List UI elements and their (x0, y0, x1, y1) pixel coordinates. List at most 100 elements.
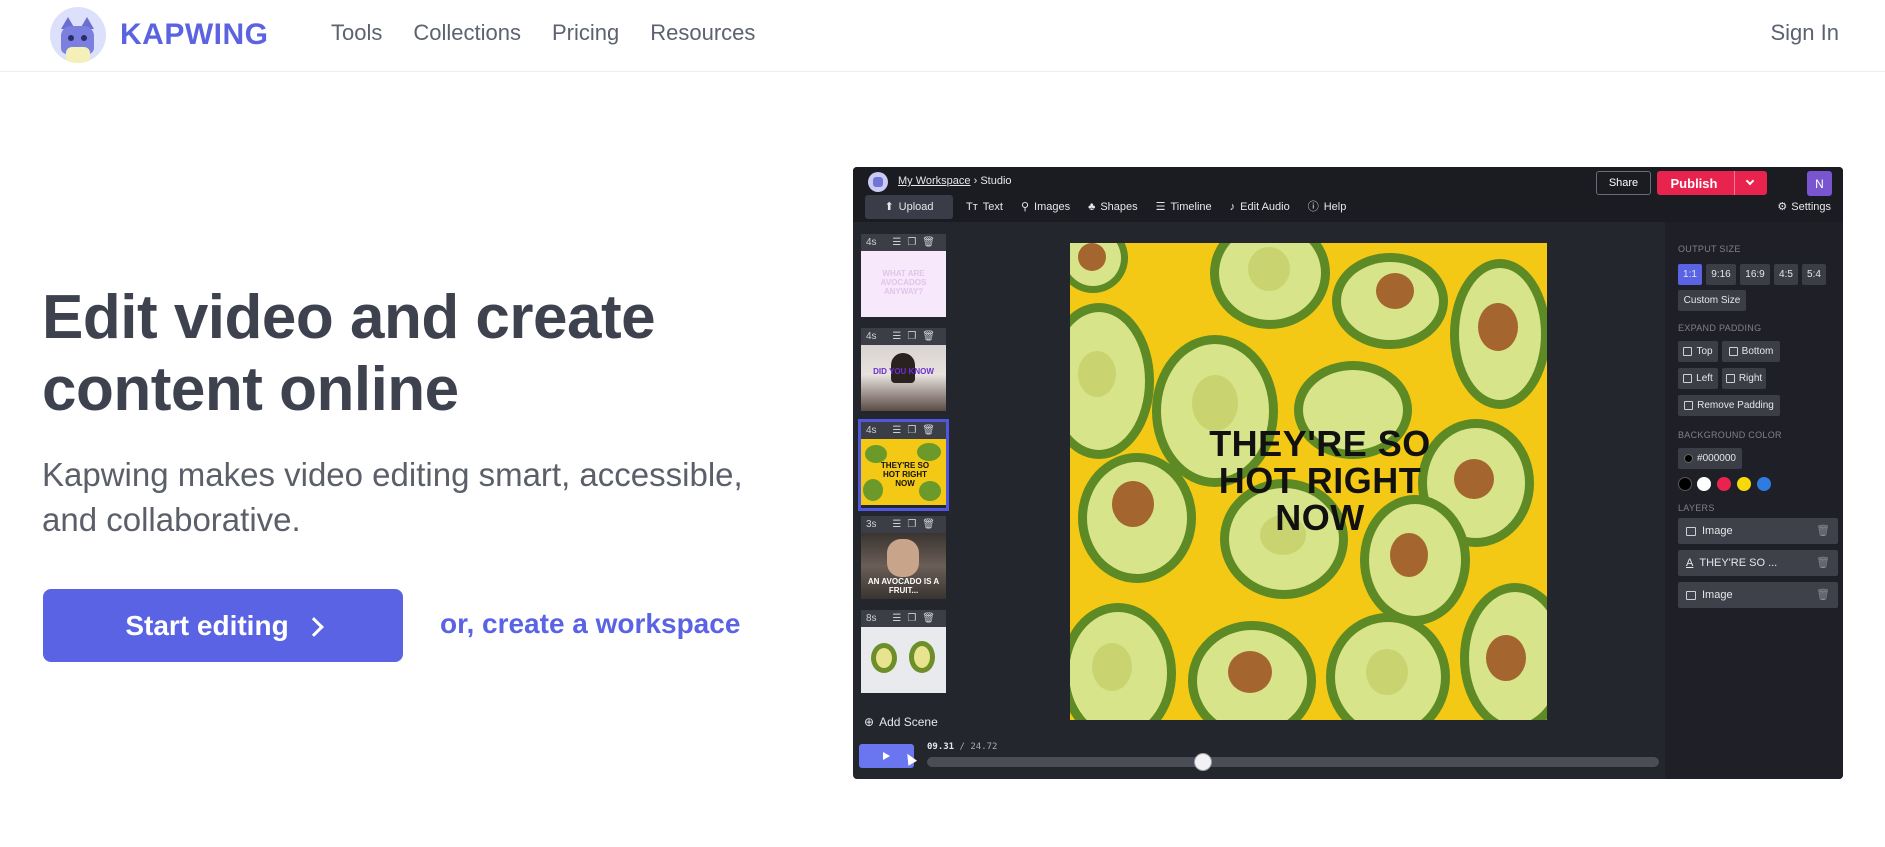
current-time: 09.31 (927, 742, 955, 752)
checkbox-icon (1683, 374, 1693, 383)
studio-topbar: My Workspace › Studio Share Publish N ⬆ … (853, 167, 1843, 222)
canvas-text-layer[interactable]: THEY'RE SO HOT RIGHT NOW (1180, 425, 1460, 536)
size-option-1-1[interactable]: 1:1 (1678, 264, 1702, 285)
background-color-input[interactable]: #000000 (1678, 448, 1742, 469)
checkbox-icon (1684, 401, 1694, 410)
scene-actions-icon[interactable]: ☰❐🗑 (892, 237, 941, 248)
scene-actions-icon[interactable]: ☰❐🗑 (892, 331, 941, 342)
swatch-black[interactable] (1678, 477, 1692, 491)
swatch-blue[interactable] (1757, 477, 1771, 491)
size-option-16-9[interactable]: 16:9 (1740, 264, 1770, 285)
share-button[interactable]: Share (1596, 171, 1651, 195)
main-nav: Tools Collections Pricing Resources (331, 20, 755, 46)
nav-resources[interactable]: Resources (650, 20, 755, 46)
add-scene-button[interactable]: ⊕ Add Scene (864, 715, 938, 729)
scene-actions-icon[interactable]: ☰❐🗑 (892, 613, 941, 624)
breadcrumb-workspace[interactable]: My Workspace (898, 175, 971, 187)
sign-in-link[interactable]: Sign In (1771, 20, 1840, 46)
start-editing-button[interactable]: Start editing (43, 589, 403, 662)
scene-item-selected[interactable]: 4s ☰❐🗑 THEY'RE SO HOT RIGHT NOW (858, 419, 949, 511)
scene-item[interactable]: 4s ☰❐🗑 DID YOU KNOW (861, 328, 946, 414)
gear-icon: ⚙ (1777, 200, 1788, 213)
size-option-4-5[interactable]: 4:5 (1774, 264, 1798, 285)
remove-padding-checkbox[interactable]: Remove Padding (1678, 395, 1780, 416)
scene-duration: 4s (866, 331, 877, 342)
toolbar-timeline[interactable]: ☰ Timeline (1147, 195, 1221, 219)
layer-item-text[interactable]: A THEY'RE SO ... 🗑 (1678, 550, 1838, 576)
layer-label: THEY'RE SO ... (1699, 557, 1778, 569)
scene-item[interactable]: 3s ☰❐🗑 AN AVOCADO IS A FRUIT... (861, 516, 946, 602)
toolbar-shapes[interactable]: ♣ Shapes (1079, 195, 1147, 219)
nav-collections[interactable]: Collections (413, 20, 521, 46)
toolbar-text[interactable]: Tт Text (957, 195, 1012, 219)
scene-actions-icon[interactable]: ☰❐🗑 (892, 519, 941, 530)
scene-item[interactable]: 8s ☰❐🗑 (861, 610, 946, 696)
user-avatar[interactable]: N (1807, 171, 1832, 196)
properties-panel: OUTPUT SIZE 1:1 9:16 16:9 4:5 5:4 Custom… (1665, 222, 1843, 779)
toolbar-upload-label: Upload (898, 201, 934, 213)
nav-pricing[interactable]: Pricing (552, 20, 619, 46)
layer-item-image[interactable]: Image 🗑 (1678, 518, 1838, 544)
trash-icon[interactable]: 🗑 (1816, 556, 1830, 569)
create-workspace-link[interactable]: or, create a workspace (440, 608, 740, 640)
background-color-label: BACKGROUND COLOR (1678, 430, 1782, 440)
padding-bottom-checkbox[interactable]: Bottom (1722, 341, 1780, 362)
avocado-image-part (1460, 583, 1547, 720)
timeline-icon: ☰ (1155, 200, 1166, 213)
toolbar-text-label: Text (982, 201, 1003, 213)
avocado-image-part (1188, 621, 1316, 720)
studio-toolbar: ⬆ Upload Tт Text ⚲ Images ♣ Shapes ☰ Tim… (865, 195, 1355, 219)
toolbar-images-label: Images (1034, 201, 1071, 213)
size-option-5-4[interactable]: 5:4 (1802, 264, 1826, 285)
scrubber-handle[interactable] (1193, 753, 1212, 771)
scene-item[interactable]: 4s ☰❐🗑 WHAT ARE AVOCADOS ANYWAY? (861, 234, 946, 320)
hero-title: Edit video and create content online (42, 283, 656, 424)
music-note-icon: ♪ (1229, 200, 1236, 213)
play-icon (883, 752, 890, 760)
chevron-right-icon (303, 616, 324, 637)
trash-icon[interactable]: 🗑 (1816, 588, 1830, 601)
toolbar-timeline-label: Timeline (1170, 201, 1212, 213)
scene-actions-icon[interactable]: ☰❐🗑 (892, 425, 941, 436)
kapwing-cat-logo-icon (50, 7, 106, 63)
avocado-image-part (1070, 303, 1154, 459)
kapwing-logo[interactable]: KAPWING (50, 7, 269, 63)
toolbar-shapes-label: Shapes (1100, 201, 1138, 213)
toolbar-help[interactable]: ⓘ Help (1299, 195, 1356, 219)
scene-thumb-text: DID YOU KNOW (873, 367, 934, 376)
padding-left-checkbox[interactable]: Left (1678, 368, 1718, 389)
timeline-scrubber[interactable] (927, 753, 1659, 771)
workspace-avatar-icon[interactable] (868, 172, 888, 192)
scene-duration: 8s (866, 613, 877, 624)
padding-top-label: Top (1696, 346, 1713, 357)
chevron-down-icon[interactable] (1745, 176, 1755, 186)
nav-tools[interactable]: Tools (331, 20, 382, 46)
site-header: KAPWING Tools Collections Pricing Resour… (0, 0, 1885, 72)
settings-label: Settings (1791, 201, 1831, 213)
toolbar-upload[interactable]: ⬆ Upload (865, 195, 953, 219)
toolbar-images[interactable]: ⚲ Images (1012, 195, 1079, 219)
avocado-image-part (1450, 259, 1547, 409)
swatch-white[interactable] (1697, 477, 1711, 491)
swatch-red[interactable] (1717, 477, 1731, 491)
toolbar-edit-audio-label: Edit Audio (1240, 201, 1290, 213)
upload-icon: ⬆ (884, 200, 894, 213)
swatch-yellow[interactable] (1737, 477, 1751, 491)
size-option-9-16[interactable]: 9:16 (1706, 264, 1736, 285)
trash-icon[interactable]: 🗑 (1816, 524, 1830, 537)
scene-duration: 3s (866, 519, 877, 530)
padding-right-checkbox[interactable]: Right (1722, 368, 1766, 389)
editor-canvas[interactable]: THEY'RE SO HOT RIGHT NOW (1070, 243, 1547, 720)
breadcrumb-studio: Studio (980, 175, 1012, 187)
custom-size-button[interactable]: Custom Size (1678, 290, 1746, 311)
padding-right-label: Right (1738, 373, 1763, 384)
layers-label: LAYERS (1678, 503, 1715, 513)
padding-top-checkbox[interactable]: Top (1678, 341, 1718, 362)
publish-button[interactable]: Publish (1657, 171, 1767, 195)
plus-circle-icon: ⊕ (864, 715, 875, 729)
image-icon (1686, 526, 1696, 536)
toolbar-edit-audio[interactable]: ♪ Edit Audio (1221, 195, 1299, 219)
layer-item-image[interactable]: Image 🗑 (1678, 582, 1838, 608)
playback-time: 09.31 / 24.72 (927, 742, 997, 752)
settings-button[interactable]: ⚙ Settings (1777, 201, 1831, 213)
